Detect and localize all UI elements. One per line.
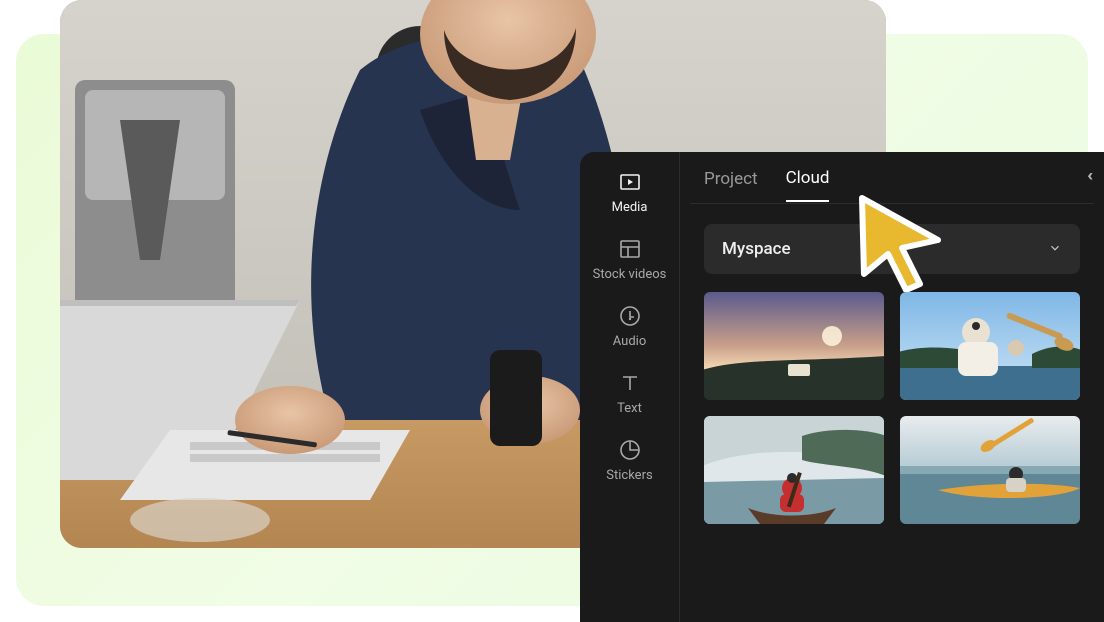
- tab-project[interactable]: Project: [704, 163, 758, 201]
- thumb-sunset-van[interactable]: [704, 292, 884, 400]
- space-dropdown[interactable]: Myspace: [704, 224, 1080, 274]
- sidebar: Media Stock videos Audio Text Stickers: [580, 152, 680, 622]
- thumb-boat-paddle[interactable]: [900, 292, 1080, 400]
- audio-icon: [618, 304, 642, 328]
- sidebar-item-media[interactable]: Media: [580, 170, 679, 215]
- editor-panel: Media Stock videos Audio Text Stickers: [580, 152, 1104, 622]
- tab-cloud[interactable]: Cloud: [786, 162, 830, 202]
- sidebar-item-label: Text: [617, 401, 642, 416]
- chevron-down-icon: [1048, 240, 1062, 259]
- sidebar-item-audio[interactable]: Audio: [580, 304, 679, 349]
- sidebar-item-label: Stickers: [606, 468, 652, 483]
- media-icon: [618, 170, 642, 194]
- thumb-kayak-sea[interactable]: [900, 416, 1080, 524]
- sidebar-item-label: Media: [612, 200, 648, 215]
- sticker-icon: [618, 438, 642, 462]
- sidebar-item-stickers[interactable]: Stickers: [580, 438, 679, 483]
- panel-main: Project Cloud ‹‹ Myspace: [680, 152, 1104, 622]
- thumb-red-canoe[interactable]: [704, 416, 884, 524]
- media-grid: [704, 292, 1080, 524]
- sidebar-item-text[interactable]: Text: [580, 371, 679, 416]
- text-icon: [618, 371, 642, 395]
- sidebar-item-label: Audio: [613, 334, 646, 349]
- sidebar-item-label: Stock videos: [593, 267, 667, 282]
- tabs: Project Cloud ‹‹: [690, 152, 1094, 204]
- stock-icon: [618, 237, 642, 261]
- dropdown-selected: Myspace: [722, 239, 791, 259]
- sidebar-item-stock-videos[interactable]: Stock videos: [580, 237, 679, 282]
